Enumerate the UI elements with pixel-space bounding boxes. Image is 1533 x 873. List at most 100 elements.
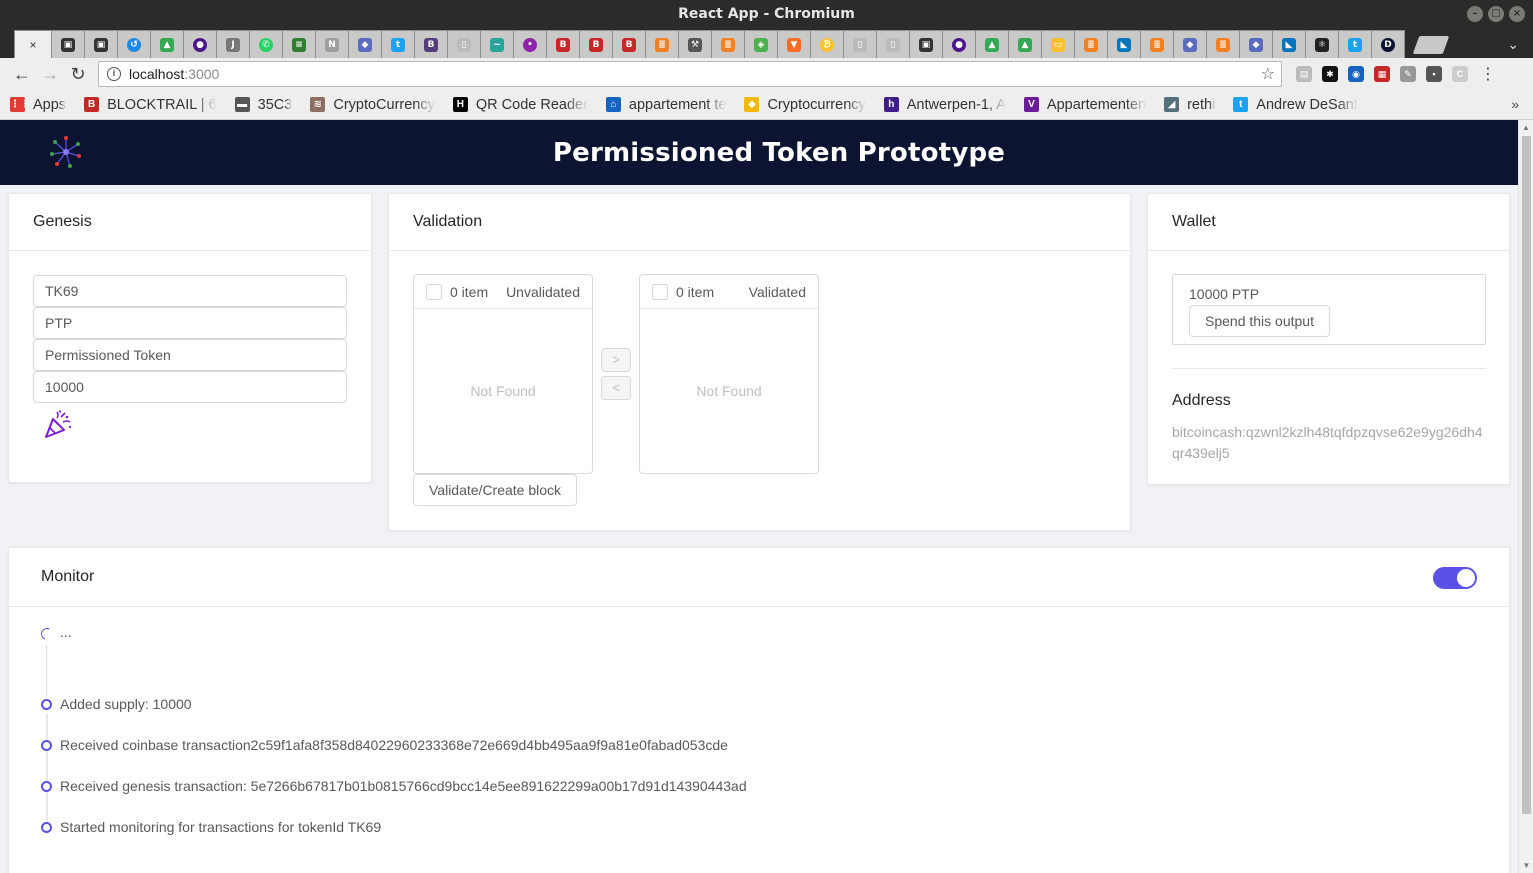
kebab-menu-icon[interactable]: ⋮: [1480, 64, 1496, 84]
tab[interactable]: ₿: [810, 30, 844, 58]
tab[interactable]: B: [612, 30, 646, 58]
tab[interactable]: ⚛: [1305, 30, 1339, 58]
tab[interactable]: ~: [480, 30, 514, 58]
tab-active[interactable]: ×: [14, 30, 52, 58]
bookmark-item[interactable]: ⋮⋮ Apps: [10, 97, 66, 113]
token-supply-input[interactable]: [33, 371, 347, 403]
tab[interactable]: ◆: [1239, 30, 1273, 58]
tab[interactable]: ◣: [1107, 30, 1141, 58]
tab[interactable]: t: [381, 30, 415, 58]
bookmark-label: CryptoCurrency: [333, 96, 435, 113]
tab[interactable]: ≡: [282, 30, 316, 58]
tab[interactable]: ▼: [777, 30, 811, 58]
h-purple-icon: h: [883, 97, 899, 112]
tab[interactable]: ▣: [51, 30, 85, 58]
tab[interactable]: •: [513, 30, 547, 58]
tab[interactable]: ▣: [84, 30, 118, 58]
timeline-pending: ...: [60, 624, 72, 640]
timeline-line: [46, 714, 48, 834]
bookmark-item[interactable]: t Andrew DeSant: [1233, 97, 1358, 113]
token-id-input[interactable]: [33, 275, 347, 307]
monitor-toggle-switch[interactable]: [1433, 567, 1477, 589]
bookmark-star-icon[interactable]: ☆: [1261, 64, 1275, 84]
tab[interactable]: ✆: [249, 30, 283, 58]
move-right-button[interactable]: >: [601, 348, 631, 372]
validate-create-block-button[interactable]: Validate/Create block: [413, 474, 578, 506]
move-left-button[interactable]: <: [601, 376, 631, 400]
extension-icon[interactable]: ▤: [1296, 66, 1312, 82]
tab[interactable]: B: [546, 30, 580, 58]
tab[interactable]: N: [315, 30, 349, 58]
new-tab-button[interactable]: [1412, 36, 1450, 54]
spend-output-button[interactable]: Spend this output: [1189, 305, 1330, 337]
token-name-input[interactable]: [33, 339, 347, 371]
tab[interactable]: t: [1338, 30, 1372, 58]
tab[interactable]: D: [1371, 30, 1405, 58]
document-icon: ▯: [853, 37, 867, 52]
extension-icon[interactable]: ✱: [1322, 66, 1338, 82]
tab[interactable]: ◆: [1173, 30, 1207, 58]
bookmark-item[interactable]: ▬ 35C3: [234, 97, 292, 113]
party-popper-icon[interactable]: [42, 409, 74, 441]
bookmark-item[interactable]: V Appartementen: [1023, 97, 1146, 113]
extension-icon[interactable]: C: [1452, 66, 1468, 82]
tab[interactable]: ▲: [150, 30, 184, 58]
tab[interactable]: ▯: [843, 30, 877, 58]
tab[interactable]: ◆: [348, 30, 382, 58]
forward-arrow-icon[interactable]: →: [36, 64, 64, 85]
extension-icon[interactable]: ▦: [1374, 66, 1390, 82]
bookmark-label: Andrew DeSant: [1256, 96, 1358, 113]
bookmark-item[interactable]: ⌂ appartement te: [605, 97, 726, 113]
select-all-validated-checkbox[interactable]: [652, 283, 668, 300]
extension-icon[interactable]: ◉: [1348, 66, 1364, 82]
page-scrollbar[interactable]: ▲ ▼: [1518, 120, 1533, 873]
select-all-unvalidated-checkbox[interactable]: [426, 283, 442, 300]
close-tab-icon[interactable]: ×: [29, 38, 36, 52]
tab[interactable]: ≣: [645, 30, 679, 58]
tab[interactable]: ▲: [975, 30, 1009, 58]
maximize-icon[interactable]: □: [1488, 6, 1504, 22]
tab-search-icon[interactable]: ⌄: [1507, 36, 1519, 53]
back-arrow-icon[interactable]: ←: [8, 64, 36, 85]
url-host: localhost: [129, 66, 185, 82]
bookmark-item[interactable]: ◆ Cryptocurrency: [744, 96, 866, 113]
bookmark-item[interactable]: h Antwerpen-1, A: [883, 97, 1006, 113]
bookmark-item[interactable]: H QR Code Reader: [452, 97, 588, 113]
bookmark-item[interactable]: ◢ rethi: [1164, 97, 1215, 113]
bookmark-item[interactable]: B BLOCKTRAIL | 6: [84, 97, 217, 113]
extension-icon[interactable]: ✎: [1400, 66, 1416, 82]
tab[interactable]: ≣: [1206, 30, 1240, 58]
bookmark-item[interactable]: ≋ CryptoCurrency: [310, 97, 435, 113]
tab[interactable]: ◈: [744, 30, 778, 58]
tab[interactable]: ▲: [1008, 30, 1042, 58]
more-bookmarks-icon[interactable]: »: [1511, 96, 1519, 112]
tab[interactable]: ▯: [447, 30, 481, 58]
scroll-thumb[interactable]: [1522, 136, 1531, 814]
tab[interactable]: ●: [942, 30, 976, 58]
token-symbol-input[interactable]: [33, 307, 347, 339]
tab[interactable]: B: [579, 30, 613, 58]
tab[interactable]: ▭: [1041, 30, 1075, 58]
tab[interactable]: ≣: [1074, 30, 1108, 58]
validated-list: 0 item Validated Not Found: [639, 274, 819, 474]
tab[interactable]: ●: [183, 30, 217, 58]
tab[interactable]: ≣: [711, 30, 745, 58]
scroll-up-icon[interactable]: ▲: [1519, 120, 1533, 135]
tab[interactable]: ⚒: [678, 30, 712, 58]
bookmark-label: Cryptocurrency: [767, 96, 866, 113]
tab[interactable]: ▣: [909, 30, 943, 58]
info-icon[interactable]: i: [107, 67, 121, 81]
minimize-icon[interactable]: –: [1467, 6, 1483, 22]
scroll-down-icon[interactable]: ▼: [1519, 858, 1533, 873]
tab[interactable]: ≣: [1140, 30, 1174, 58]
tab[interactable]: ▯: [876, 30, 910, 58]
extension-icon[interactable]: ▪: [1426, 66, 1442, 82]
reload-icon[interactable]: ↻: [64, 64, 92, 85]
tab[interactable]: B: [414, 30, 448, 58]
cube-icon: ▣: [61, 37, 75, 52]
close-window-icon[interactable]: ×: [1509, 6, 1525, 22]
tab[interactable]: ↺: [117, 30, 151, 58]
address-bar[interactable]: i localhost:3000 ☆: [98, 61, 1282, 87]
tab[interactable]: J: [216, 30, 250, 58]
tab[interactable]: ◣: [1272, 30, 1306, 58]
